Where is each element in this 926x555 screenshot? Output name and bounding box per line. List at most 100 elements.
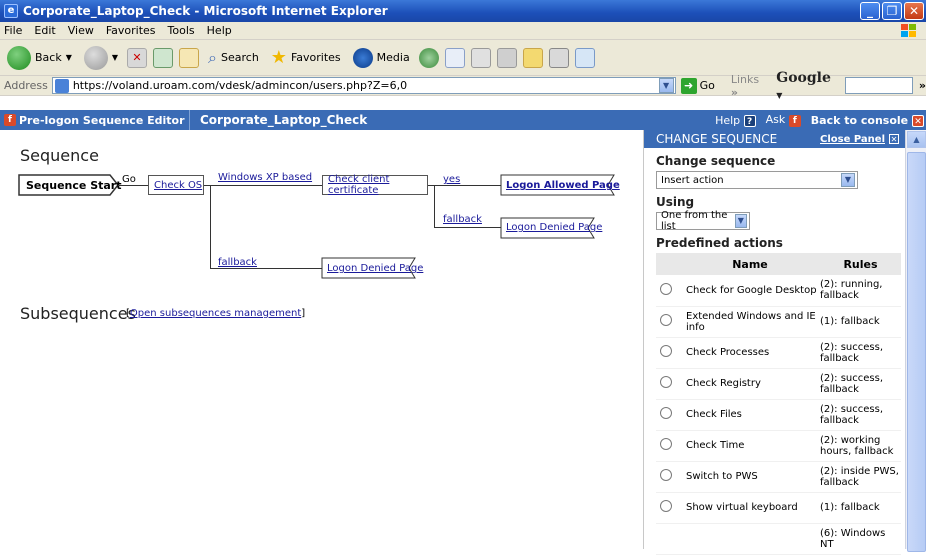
stop-icon[interactable]: ✕ (127, 47, 148, 68)
action-radio[interactable] (660, 500, 672, 512)
action-name: Extended Windows and IE info (680, 306, 820, 338)
table-row[interactable]: (6): Windows NT (656, 523, 901, 555)
history-icon[interactable] (418, 47, 439, 68)
logon-denied-page-node-1[interactable]: Logon Denied Page (506, 222, 602, 233)
menu-favorites[interactable]: Favorites (106, 24, 156, 37)
back-to-console-link[interactable]: Back to console ✕ (811, 114, 924, 127)
chevron-down-icon: ▼ (734, 214, 747, 228)
logon-denied-page-node-2[interactable]: Logon Denied Page (327, 263, 423, 274)
back-button[interactable]: Back ▼ (4, 44, 75, 72)
links-button[interactable]: Links » (731, 73, 768, 99)
action-rules: (2): working hours, fallback (820, 430, 901, 462)
change-sequence-select[interactable]: Insert action ▼ (656, 171, 858, 189)
address-label: Address (4, 79, 48, 92)
logon-allowed-page-node[interactable]: Logon Allowed Page (506, 180, 620, 191)
minimize-button[interactable]: _ (860, 2, 880, 20)
ask-link[interactable]: Ask f (766, 113, 801, 127)
action-name: Check Processes (680, 337, 820, 369)
maximize-button[interactable]: ❐ (882, 2, 902, 20)
panel-scrollbar[interactable]: ▲ (905, 130, 926, 552)
toolbar-more[interactable]: » (919, 79, 926, 92)
action-name: Check Files (680, 399, 820, 431)
app-logo-icon: f (4, 114, 16, 126)
menu-edit[interactable]: Edit (34, 24, 55, 37)
print-icon[interactable] (470, 47, 491, 68)
forward-button[interactable]: ▼ (81, 44, 121, 72)
check-client-certificate-node[interactable]: Check client certificate (322, 174, 428, 196)
address-input[interactable]: https://voland.uroam.com/vdesk/admincon/… (51, 77, 676, 94)
action-radio[interactable] (660, 345, 672, 357)
forward-arrow-icon (83, 45, 108, 70)
close-button[interactable]: ✕ (904, 2, 924, 20)
table-header-row: Name Rules (656, 253, 901, 275)
messenger-icon[interactable] (574, 47, 595, 68)
star-icon: ★ (270, 47, 287, 68)
action-name (680, 523, 820, 555)
table-row[interactable]: Check Time (2): working hours, fallback (656, 430, 901, 462)
fallback-branch-2[interactable]: fallback (218, 257, 257, 268)
action-radio[interactable] (660, 407, 672, 419)
sequence-canvas: Sequence Sequence Start Go Check OS Wind… (0, 130, 643, 549)
connector (434, 227, 502, 228)
change-sequence-panel: CHANGE SEQUENCE Close Panel ✕ Change seq… (643, 130, 905, 555)
menu-view[interactable]: View (68, 24, 94, 37)
app-header: f Pre-logon Sequence Editor Corporate_La… (0, 110, 926, 130)
sequence-start-node[interactable]: Sequence Start (26, 179, 121, 192)
media-button[interactable]: Media (350, 46, 413, 70)
mail-icon[interactable] (444, 47, 465, 68)
open-subsequences-link[interactable]: Open subsequences management (130, 308, 301, 319)
back-arrow-icon (7, 45, 31, 70)
help-link[interactable]: Help ? (715, 114, 756, 127)
connector (118, 185, 148, 186)
home-icon[interactable] (179, 47, 200, 68)
window-titlebar: e Corporate_Laptop_Check - Microsoft Int… (0, 0, 926, 22)
yes-branch[interactable]: yes (443, 174, 460, 185)
action-rules: (1): fallback (820, 306, 901, 338)
table-row[interactable]: Check for Google Desktop (2): running, fa… (656, 275, 901, 307)
action-radio[interactable] (660, 376, 672, 388)
favorites-button[interactable]: ★ Favorites (268, 45, 344, 70)
folder-icon[interactable] (522, 47, 543, 68)
menu-help[interactable]: Help (207, 24, 232, 37)
windows-xp-branch[interactable]: Windows XP based (218, 172, 312, 183)
action-radio[interactable] (660, 469, 672, 481)
go-branch-label: Go (122, 174, 136, 185)
chevron-down-icon: ▼ (841, 173, 855, 187)
go-button[interactable]: ➜ Go (680, 77, 715, 94)
sequence-heading: Sequence (20, 146, 99, 165)
table-row[interactable]: Extended Windows and IE info (1): fallbac… (656, 306, 901, 338)
go-arrow-icon: ➜ (680, 77, 697, 94)
address-dropdown-icon[interactable]: ▼ (658, 78, 674, 93)
fallback-branch-1[interactable]: fallback (443, 214, 482, 225)
edit-icon[interactable] (496, 47, 517, 68)
table-row[interactable]: Check Files (2): success, fallback (656, 399, 901, 431)
table-row[interactable]: Switch to PWS (2): inside PWS, fallback (656, 461, 901, 493)
google-search-input[interactable] (845, 77, 913, 94)
research-icon[interactable] (548, 47, 569, 68)
connector (428, 185, 502, 186)
back-dropdown-icon[interactable]: ▼ (66, 53, 72, 62)
windows-logo-icon (901, 24, 916, 37)
action-radio[interactable] (660, 314, 672, 326)
menu-file[interactable]: File (4, 24, 22, 37)
ie-icon: e (4, 4, 18, 18)
google-toolbar[interactable]: Google ▼ (776, 70, 839, 102)
refresh-icon[interactable] (153, 47, 174, 68)
address-url: https://voland.uroam.com/vdesk/admincon/… (72, 79, 408, 92)
search-button[interactable]: ⌕ Search (205, 46, 262, 70)
check-os-node[interactable]: Check OS (148, 175, 204, 195)
close-panel-icon: ✕ (889, 134, 899, 144)
predefined-actions-table: Name Rules Check for Google Desktop (2): … (656, 253, 901, 555)
forward-dropdown-icon[interactable]: ▼ (112, 53, 118, 62)
scrollbar-thumb[interactable] (907, 152, 926, 552)
scroll-up-icon[interactable]: ▲ (907, 131, 926, 148)
using-select[interactable]: One from the list ▼ (656, 210, 750, 232)
table-row[interactable]: Check Registry (2): success, fallback (656, 368, 901, 400)
menu-tools[interactable]: Tools (168, 24, 195, 37)
action-radio[interactable] (660, 438, 672, 450)
action-radio[interactable] (660, 282, 672, 295)
close-panel-button[interactable]: Close Panel ✕ (820, 134, 899, 145)
column-header-name: Name (680, 253, 820, 275)
table-row[interactable]: Check Processes (2): success, fallback (656, 337, 901, 369)
table-row[interactable]: Show virtual keyboard (1): fallback (656, 492, 901, 524)
